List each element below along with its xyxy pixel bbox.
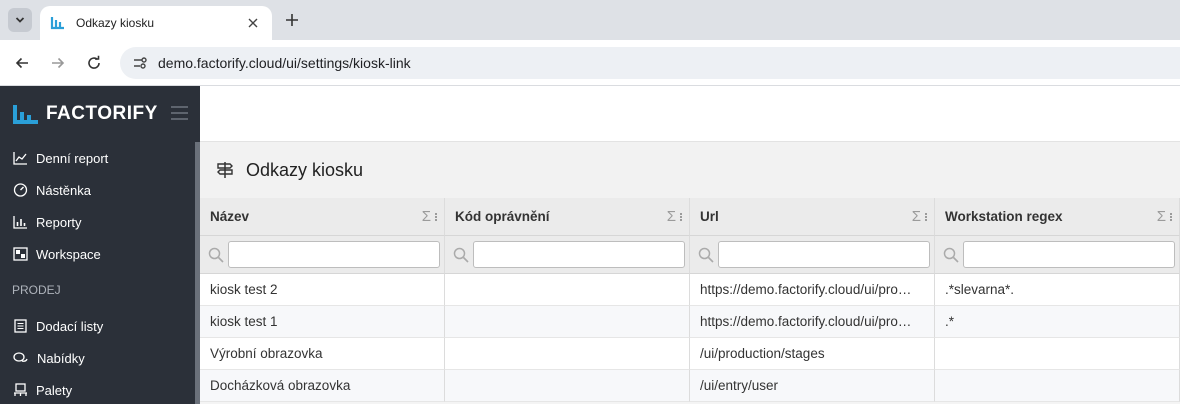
browser-tabbar: Odkazy kiosku <box>0 0 1180 40</box>
cell-workstation-regex[interactable]: .*slevarna*. <box>935 274 1180 306</box>
sum-menu-icon[interactable]: Σ <box>422 208 438 225</box>
filter-input-nazev[interactable] <box>228 241 440 268</box>
table-row[interactable]: kiosk test 2 https://demo.factorify.clou… <box>200 274 1180 306</box>
workspace-icon <box>13 247 28 261</box>
sum-menu-icon[interactable]: Σ <box>1157 208 1173 225</box>
cell-workstation-regex[interactable]: .* <box>935 306 1180 338</box>
sidebar-item-workspace[interactable]: Workspace <box>0 238 200 270</box>
reload-button[interactable] <box>82 51 106 75</box>
filter-cell <box>200 236 445 274</box>
search-icon <box>453 247 469 263</box>
sidebar-item-label: Palety <box>36 382 73 398</box>
reload-icon <box>88 55 100 69</box>
cell-workstation-regex[interactable] <box>935 370 1180 402</box>
sidebar: FACTORIFY Denní report Nástěnka Reporty … <box>0 86 200 404</box>
cell-url[interactable]: https://demo.factorify.cloud/ui/pro… <box>690 274 935 306</box>
kiosk-links-table: Název Σ Kód oprávnění Σ Url Σ Workstatio… <box>200 198 1180 402</box>
logo[interactable]: FACTORIFY <box>0 86 200 142</box>
cell-workstation-regex[interactable] <box>935 338 1180 370</box>
arrow-left-icon <box>15 57 28 69</box>
signpost-icon <box>217 162 233 178</box>
search-icon <box>698 247 714 263</box>
arrow-right-icon <box>52 57 65 69</box>
chart-line-icon <box>13 152 27 165</box>
pallet-icon <box>14 383 27 396</box>
cell-url[interactable]: /ui/entry/user <box>690 370 935 402</box>
cell-kod-opravneni[interactable] <box>445 338 690 370</box>
sidebar-item-palety[interactable]: Palety <box>0 374 200 404</box>
sidebar-item-label: Dodací listy <box>36 318 104 334</box>
browser-toolbar: demo.factorify.cloud/ui/settings/kiosk-l… <box>0 40 1180 86</box>
dashboard-gauge-icon <box>13 183 28 197</box>
factorify-logo-icon <box>13 105 38 124</box>
url-text: demo.factorify.cloud/ui/settings/kiosk-l… <box>158 55 411 71</box>
column-header-label: Workstation regex <box>945 209 1063 224</box>
back-button[interactable] <box>10 51 34 75</box>
cell-kod-opravneni[interactable] <box>445 370 690 402</box>
column-header-label: Url <box>700 209 719 224</box>
menu-toggle-icon[interactable] <box>171 106 188 120</box>
close-icon[interactable] <box>244 14 262 32</box>
sidebar-item-label: Workspace <box>36 246 101 262</box>
column-header-label: Kód oprávnění <box>455 209 550 224</box>
chat-bubbles-icon <box>13 352 28 362</box>
sidebar-item-label: Nástěnka <box>36 182 91 198</box>
cell-nazev[interactable]: kiosk test 2 <box>200 274 445 306</box>
search-icon <box>943 247 959 263</box>
sidebar-item-dodaci-listy[interactable]: Dodací listy <box>0 310 200 342</box>
filter-input-url[interactable] <box>718 241 930 268</box>
browser-tab[interactable]: Odkazy kiosku <box>40 6 272 40</box>
factorify-favicon-icon <box>50 17 64 30</box>
sidebar-item-nabidky[interactable]: Nabídky <box>0 342 200 374</box>
sidebar-section-prodej: PRODEJ <box>12 283 61 297</box>
logo-text: FACTORIFY <box>46 103 158 124</box>
cell-nazev[interactable]: kiosk test 1 <box>200 306 445 338</box>
new-tab-button[interactable] <box>282 10 302 30</box>
search-icon <box>208 247 224 263</box>
filter-cell <box>690 236 935 274</box>
bar-chart-icon <box>13 216 27 229</box>
filter-cell <box>445 236 690 274</box>
tab-search-button[interactable] <box>8 8 32 32</box>
main-content: Odkazy kiosku Název Σ Kód oprávnění Σ Ur… <box>200 86 1180 404</box>
column-header-nazev[interactable]: Název Σ <box>200 198 445 236</box>
sum-menu-icon[interactable]: Σ <box>912 208 928 225</box>
table-filter-row <box>200 236 1180 274</box>
table-header-row: Název Σ Kód oprávnění Σ Url Σ Workstatio… <box>200 198 1180 236</box>
plus-icon <box>286 14 298 26</box>
filter-input-kod-opravneni[interactable] <box>473 241 685 268</box>
page-header: Odkazy kiosku <box>200 142 1180 198</box>
cell-kod-opravneni[interactable] <box>445 274 690 306</box>
cell-nazev[interactable]: Výrobní obrazovka <box>200 338 445 370</box>
table-row[interactable]: kiosk test 1 https://demo.factorify.clou… <box>200 306 1180 338</box>
cell-kod-opravneni[interactable] <box>445 306 690 338</box>
column-header-kod-opravneni[interactable]: Kód oprávnění Σ <box>445 198 690 236</box>
cell-url[interactable]: /ui/production/stages <box>690 338 935 370</box>
chevron-down-icon <box>15 17 25 23</box>
page-title: Odkazy kiosku <box>246 159 364 180</box>
cell-url[interactable]: https://demo.factorify.cloud/ui/pro… <box>690 306 935 338</box>
cell-nazev[interactable]: Docházková obrazovka <box>200 370 445 402</box>
sidebar-item-denni-report[interactable]: Denní report <box>0 142 200 174</box>
column-header-label: Název <box>210 209 250 224</box>
address-bar[interactable]: demo.factorify.cloud/ui/settings/kiosk-l… <box>120 47 1180 79</box>
sidebar-item-reporty[interactable]: Reporty <box>0 206 200 238</box>
document-list-icon <box>14 319 27 333</box>
table-row[interactable]: Docházková obrazovka /ui/entry/user <box>200 370 1180 402</box>
sidebar-item-label: Reporty <box>36 214 82 230</box>
column-header-workstation-regex[interactable]: Workstation regex Σ <box>935 198 1180 236</box>
filter-cell <box>935 236 1180 274</box>
column-header-url[interactable]: Url Σ <box>690 198 935 236</box>
filter-input-workstation-regex[interactable] <box>963 241 1175 268</box>
forward-button[interactable] <box>46 51 70 75</box>
tab-title: Odkazy kiosku <box>76 16 155 30</box>
sum-menu-icon[interactable]: Σ <box>667 208 683 225</box>
sidebar-item-label: Nabídky <box>37 350 85 366</box>
sidebar-item-nastenka[interactable]: Nástěnka <box>0 174 200 206</box>
sidebar-item-label: Denní report <box>36 150 109 166</box>
app-topbar <box>200 86 1180 142</box>
site-settings-icon[interactable] <box>130 53 150 73</box>
table-row[interactable]: Výrobní obrazovka /ui/production/stages <box>200 338 1180 370</box>
